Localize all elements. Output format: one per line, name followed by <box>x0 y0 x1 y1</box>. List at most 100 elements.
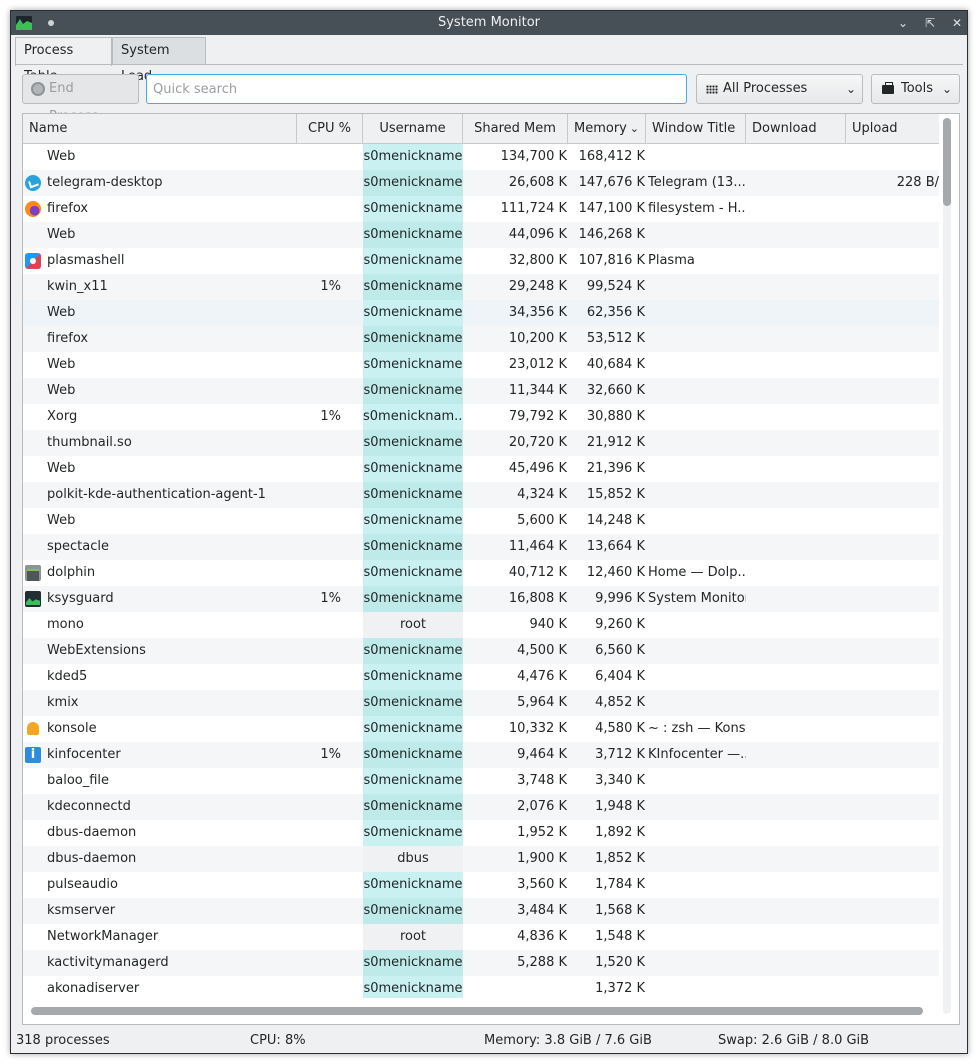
table-row[interactable]: Web s0menickname 44,096 K 146,268 K <box>23 222 939 248</box>
column-header-window-title[interactable]: Window Title <box>646 114 746 143</box>
table-row[interactable]: firefox s0menickname 10,200 K 53,512 K <box>23 326 939 352</box>
window-title-cell <box>646 482 746 508</box>
maximize-icon[interactable]: ⇱ <box>922 15 938 31</box>
table-row[interactable]: spectacle s0menickname 11,464 K 13,664 K <box>23 534 939 560</box>
process-name-text: Xorg <box>47 409 78 424</box>
process-filter-select[interactable]: All Processes ⌄ <box>696 74 863 104</box>
table-row[interactable]: dbus-daemon dbus 1,900 K 1,852 K <box>23 846 939 872</box>
memory-cell: 146,268 K <box>578 227 645 242</box>
titlebar[interactable]: System Monitor ⌄ ⇱ ✕ <box>11 11 967 35</box>
table-row[interactable]: kdeconnectd s0menickname 2,076 K 1,948 K <box>23 794 939 820</box>
tab-system-load[interactable]: System Load <box>112 37 206 84</box>
shared-mem-cell <box>463 976 568 998</box>
process-name: NetworkManager <box>23 924 297 950</box>
column-header-name[interactable]: Name <box>23 114 297 143</box>
table-row[interactable]: Web s0menickname 34,356 K 62,356 K <box>23 300 939 326</box>
column-header-shared-mem[interactable]: Shared Mem <box>463 114 568 143</box>
process-name-text: ksysguard <box>47 591 114 606</box>
process-name: kdeconnectd <box>23 794 297 820</box>
cpu-cell <box>297 872 363 898</box>
search-input[interactable] <box>146 74 687 104</box>
memory-cell: 12,460 K <box>586 565 645 580</box>
tab-process-table[interactable]: Process Table <box>15 37 112 84</box>
table-row[interactable]: baloo_file s0menickname 3,748 K 3,340 K <box>23 768 939 794</box>
table-row[interactable]: konsole s0menickname 10,332 K 4,580 K ~ : zs… <box>23 716 939 742</box>
table-row[interactable]: akonadiserver s0menickname 1,372 K <box>23 976 939 998</box>
window-title-cell <box>646 976 746 998</box>
table-row[interactable]: dolphin s0menickname 40,712 K 12,460 K Home … <box>23 560 939 586</box>
table-row[interactable]: telegram-desktop s0menickname 26,608 K 147,… <box>23 170 939 196</box>
upload-cell <box>846 352 939 378</box>
table-row[interactable]: ksysguard 1% s0menickname 16,808 K 9,996 K Sy… <box>23 586 939 612</box>
table-row[interactable]: mono root 940 K 9,260 K <box>23 612 939 638</box>
table-row[interactable]: kded5 s0menickname 4,476 K 6,404 K <box>23 664 939 690</box>
column-header-username[interactable]: Username <box>363 114 463 143</box>
window-title-cell <box>646 638 746 664</box>
shared-mem-cell: 940 K <box>529 617 567 632</box>
shared-mem-cell: 2,076 K <box>517 799 567 814</box>
column-header-memory[interactable]: Memory ⌄ <box>568 114 646 143</box>
process-name: mono <box>23 612 297 638</box>
memory-cell: 4,852 K <box>595 695 645 710</box>
process-name: dbus-daemon <box>23 820 297 846</box>
table-row[interactable]: Web s0menickname 134,700 K 168,412 K <box>23 144 939 170</box>
process-name-text: WebExtensions <box>47 643 146 658</box>
memory-cell: 1,892 K <box>595 825 645 840</box>
table-row[interactable]: dbus-daemon s0menickname 1,952 K 1,892 K <box>23 820 939 846</box>
table-row[interactable]: Web s0menickname 5,600 K 14,248 K <box>23 508 939 534</box>
upload-cell <box>846 976 939 998</box>
upload-cell <box>846 456 939 482</box>
table-row[interactable]: i kinfocenter 1% s0menickname 9,464 K 3,712 K… <box>23 742 939 768</box>
window-title-cell <box>646 534 746 560</box>
window-title-cell <box>646 924 746 950</box>
username-cell: s0menickname <box>363 560 463 586</box>
process-name: kmix <box>23 690 297 716</box>
cpu-cell <box>297 326 363 352</box>
memory-cell: 32,660 K <box>586 383 645 398</box>
tools-button[interactable]: Tools ⌄ <box>871 74 960 104</box>
column-header-cpu[interactable]: CPU % <box>297 114 363 143</box>
shared-mem-cell: 134,700 K <box>500 149 567 164</box>
process-name-text: mono <box>47 617 84 632</box>
table-row[interactable]: kmix s0menickname 5,964 K 4,852 K <box>23 690 939 716</box>
table-row[interactable]: Web s0menickname 45,496 K 21,396 K <box>23 456 939 482</box>
process-name: pulseaudio <box>23 872 297 898</box>
vertical-scrollbar-thumb[interactable] <box>943 118 951 206</box>
username-cell: s0menickname <box>363 456 463 482</box>
horizontal-scrollbar[interactable] <box>31 1007 923 1015</box>
process-name-text: Web <box>47 149 76 164</box>
cpu-cell <box>297 222 363 248</box>
username-cell: s0menickname <box>363 742 463 768</box>
column-header-download[interactable]: Download <box>746 114 846 143</box>
table-row[interactable]: kactivitymanagerd s0menickname 5,288 K 1,52… <box>23 950 939 976</box>
close-icon[interactable]: ✕ <box>949 15 965 31</box>
table-row[interactable]: plasmashell s0menickname 32,800 K 107,816 K… <box>23 248 939 274</box>
table-row[interactable]: Xorg 1% s0menicknam... 79,792 K 30,880 K <box>23 404 939 430</box>
process-name-text: dolphin <box>47 565 96 580</box>
upload-cell <box>846 716 939 742</box>
process-name: Web <box>23 222 297 248</box>
cpu-cell <box>297 196 363 222</box>
table-row[interactable]: pulseaudio s0menickname 3,560 K 1,784 K <box>23 872 939 898</box>
username-cell: root <box>363 924 463 950</box>
username-cell: s0menickname <box>363 248 463 274</box>
table-row[interactable]: polkit-kde-authentication-agent-1 s0menic… <box>23 482 939 508</box>
table-row[interactable]: ksmserver s0menickname 3,484 K 1,568 K <box>23 898 939 924</box>
vertical-scrollbar[interactable] <box>943 118 951 1014</box>
process-name: i kinfocenter <box>23 742 297 768</box>
end-process-button[interactable]: End Process... <box>22 74 139 124</box>
process-name: ksmserver <box>23 898 297 924</box>
window-title-cell: Home — Dolp... <box>648 565 746 580</box>
sort-descending-icon: ⌄ <box>629 122 639 135</box>
table-row[interactable]: Web s0menickname 23,012 K 40,684 K <box>23 352 939 378</box>
table-row[interactable]: kwin_x11 1% s0menickname 29,248 K 99,524 K <box>23 274 939 300</box>
table-row[interactable]: Web s0menickname 11,344 K 32,660 K <box>23 378 939 404</box>
minimize-icon[interactable]: ⌄ <box>895 15 911 31</box>
table-row[interactable]: firefox s0menickname 111,724 K 147,100 Kfil… <box>23 196 939 222</box>
filter-label: All Processes <box>723 81 808 96</box>
table-row[interactable]: NetworkManager root 4,836 K 1,548 K <box>23 924 939 950</box>
table-row[interactable]: WebExtensions s0menickname 4,500 K 6,560 K <box>23 638 939 664</box>
username-cell: s0menickname <box>363 430 463 456</box>
column-header-upload[interactable]: Upload <box>846 114 939 143</box>
table-row[interactable]: thumbnail.so s0menickname 20,720 K 21,912 K <box>23 430 939 456</box>
